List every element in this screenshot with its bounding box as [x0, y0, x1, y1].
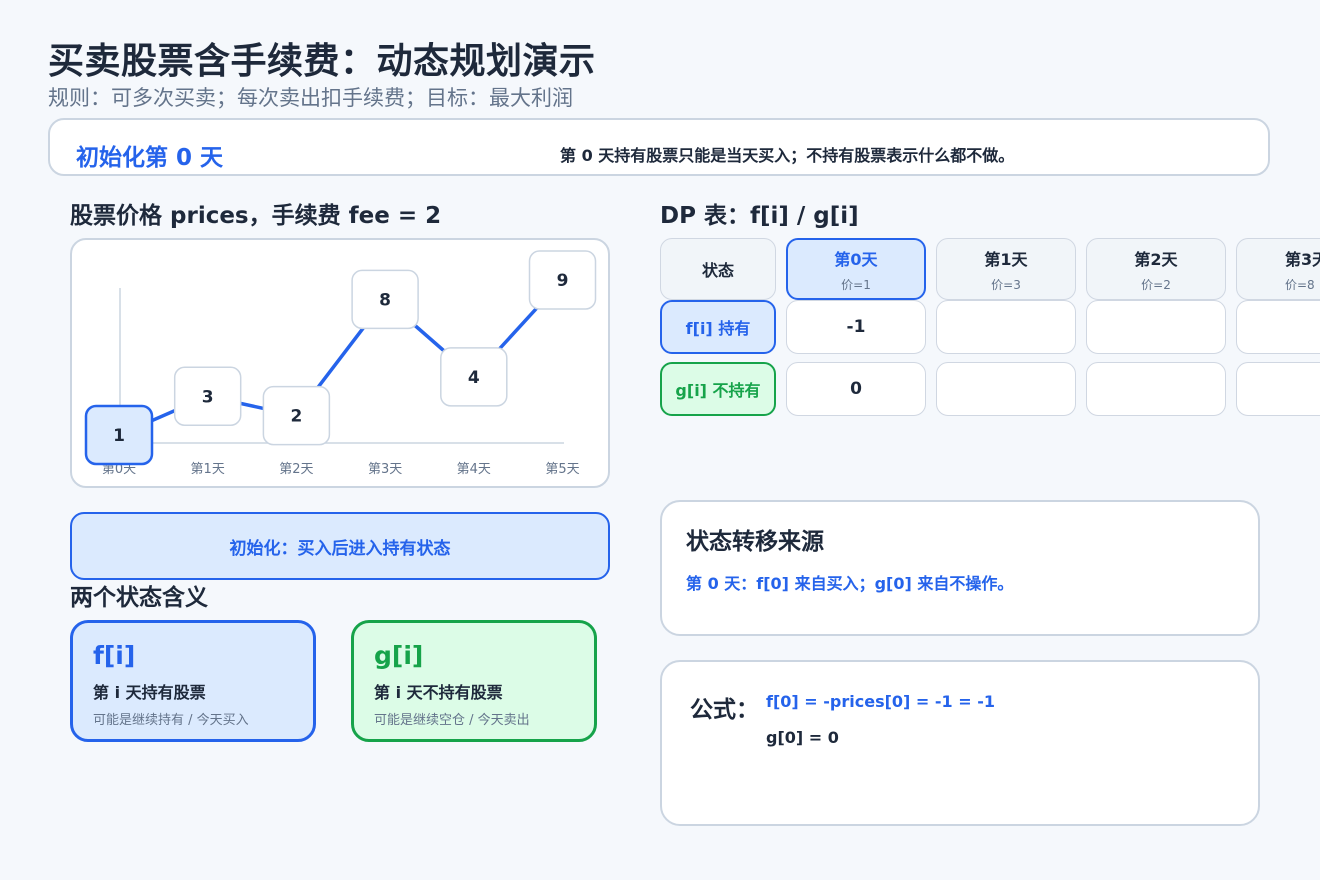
chart-x-tick-label: 第3天 — [368, 462, 402, 477]
dp-col-price: 价=3 — [991, 277, 1021, 292]
price-chart-svg: 第0天 第1天 第2天 第3天 第4天 第5天132849 — [84, 250, 597, 477]
dp-col-header-2: 第2天 价=2 — [1086, 238, 1226, 300]
chart-x-tick-label: 第5天 — [545, 462, 579, 477]
dp-cell-f-3 — [1236, 300, 1320, 354]
price-chart: 第0天 第1天 第2天 第3天 第4天 第5天 1 3 2 8 4 9 — [70, 238, 610, 488]
price-value-label: 2 — [290, 407, 302, 427]
dp-col-header-0: 第0天 价=1 — [786, 238, 926, 300]
dp-col-day: 第0天 — [834, 249, 878, 269]
dp-col-price: 价=8 — [1285, 277, 1315, 292]
price-value-label: 3 — [202, 387, 214, 407]
dp-cell-g-2 — [1086, 362, 1226, 416]
formula-panel: 公式： f[0] = -prices[0] = -1 = -1 g[0] = 0 — [660, 660, 1260, 826]
price-value-label: 8 — [379, 290, 391, 310]
dp-cell-g-1 — [936, 362, 1076, 416]
states-heading: 两个状态含义 — [70, 585, 208, 611]
dp-row-label-g: g[i] 不持有 — [660, 362, 776, 416]
dp-table-heading: DP 表：f[i] / g[i] — [660, 203, 859, 229]
transition-source-text: 第 0 天：f[0] 来自买入；g[0] 来自不操作。 — [686, 574, 1014, 593]
chart-x-tick-label: 第1天 — [191, 462, 225, 477]
dp-cell-g-3 — [1236, 362, 1320, 416]
dp-corner-cell: 状态 — [660, 238, 776, 300]
state-card-f: f[i] 第 i 天持有股票 可能是继续持有 / 今天买入 — [70, 620, 316, 742]
chart-x-tick-label: 第4天 — [457, 462, 491, 477]
dp-col-day: 第1天 — [984, 249, 1028, 269]
dp-cell-g-0: 0 — [786, 362, 926, 416]
formula-line-1: f[0] = -prices[0] = -1 = -1 — [766, 692, 995, 711]
init-note: 初始化：买入后进入持有状态 — [70, 512, 610, 580]
formula-label: 公式： — [690, 697, 759, 723]
dp-cell-f-0: -1 — [786, 300, 926, 354]
price-value-label: 9 — [557, 271, 569, 291]
dp-col-day: 第3天 — [1285, 249, 1320, 269]
price-value-label: 1 — [113, 426, 125, 446]
dp-col-header-1: 第1天 价=3 — [936, 238, 1076, 300]
dp-row-label-f: f[i] 持有 — [660, 300, 776, 354]
step-title: 初始化第 0 天 — [76, 145, 224, 171]
transition-source-heading: 状态转移来源 — [686, 529, 824, 555]
state-f-symbol: f[i] — [93, 641, 136, 670]
dp-col-header-3: 第3天 价=8 — [1236, 238, 1320, 300]
state-g-symbol: g[i] — [374, 641, 424, 670]
dp-col-price: 价=1 — [841, 277, 871, 292]
dp-cell-f-1 — [936, 300, 1076, 354]
state-g-note: 可能是继续空仓 / 今天卖出 — [374, 713, 530, 728]
step-banner: 初始化第 0 天 第 0 天持有股票只能是当天买入；不持有股票表示什么都不做。 — [48, 118, 1270, 176]
state-f-note: 可能是继续持有 / 今天买入 — [93, 713, 249, 728]
page-subtitle: 规则：可多次买卖；每次卖出扣手续费；目标：最大利润 — [48, 86, 573, 110]
chart-heading: 股票价格 prices，手续费 fee = 2 — [70, 203, 442, 229]
dp-col-day: 第2天 — [1134, 249, 1178, 269]
state-g-meaning: 第 i 天不持有股票 — [374, 683, 503, 702]
dp-cell-f-2 — [1086, 300, 1226, 354]
dp-col-price: 价=2 — [1141, 277, 1171, 292]
price-value-label: 4 — [468, 368, 480, 388]
step-description: 第 0 天持有股票只能是当天买入；不持有股票表示什么都不做。 — [560, 146, 1015, 165]
state-card-g: g[i] 第 i 天不持有股票 可能是继续空仓 / 今天卖出 — [351, 620, 597, 742]
page-title: 买卖股票含手续费：动态规划演示 — [48, 41, 596, 82]
formula-line-2: g[0] = 0 — [766, 728, 839, 747]
chart-x-tick-label: 第2天 — [279, 462, 313, 477]
transition-source-panel: 状态转移来源 第 0 天：f[0] 来自买入；g[0] 来自不操作。 — [660, 500, 1260, 636]
state-f-meaning: 第 i 天持有股票 — [93, 683, 206, 702]
